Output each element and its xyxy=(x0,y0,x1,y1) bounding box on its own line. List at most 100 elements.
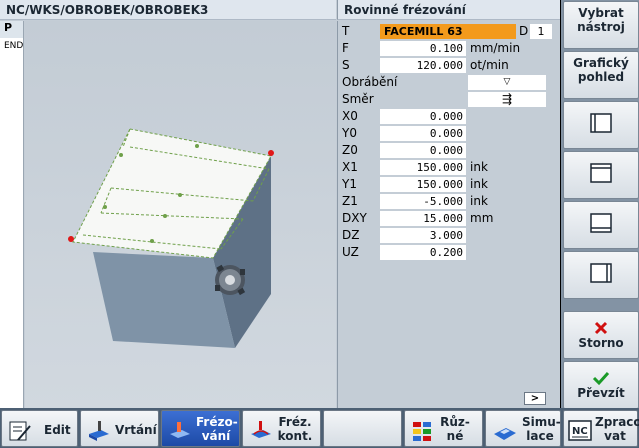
accept-button[interactable]: Převzít xyxy=(563,361,639,409)
graphic-view xyxy=(25,21,336,408)
close-icon xyxy=(594,321,608,335)
dz-field[interactable]: 3.000 xyxy=(380,228,466,243)
edit-button[interactable]: Edit xyxy=(1,410,78,447)
param-row-uz: UZ 0.200 xyxy=(338,244,561,261)
empty-softkey[interactable] xyxy=(323,410,402,447)
program-block-p[interactable]: P xyxy=(0,21,23,38)
view-top-button[interactable] xyxy=(563,151,639,199)
contour-milling-button[interactable]: Fréz. kont. xyxy=(242,410,321,447)
param-label-uz: UZ xyxy=(342,245,359,259)
milling-label: Frézo-vání xyxy=(196,415,238,443)
machining-select[interactable]: ▽ xyxy=(468,75,546,90)
tool-field[interactable]: FACEMILL 63 xyxy=(380,24,516,39)
view-left-icon xyxy=(590,113,612,133)
view-bottom-button[interactable] xyxy=(563,201,639,249)
view-left-button[interactable] xyxy=(563,101,639,149)
x1-field[interactable]: 150.000 xyxy=(380,160,466,175)
misc-icon xyxy=(413,422,431,441)
process-label: Zpraco vat xyxy=(595,415,639,443)
select-tool-label: Vybrat nástroj xyxy=(577,6,625,34)
param-label-machining: Obrábění xyxy=(342,75,398,89)
scroll-right-button[interactable]: > xyxy=(524,392,546,405)
graphic-view-button[interactable]: Grafický pohled xyxy=(563,51,639,99)
param-label-f: F xyxy=(342,41,349,55)
vertical-softkey-bar: Vybrat nástroj Grafický pohled Storno Př… xyxy=(561,0,639,409)
drilling-icon xyxy=(89,421,109,441)
parameter-panel: T FACEMILL 63 D 1 F 0.100 mm/min S 120.0… xyxy=(337,21,560,390)
horizontal-softkey-bar: Edit Vrtání Frézo-vání Fréz. kont. Růz-n xyxy=(0,408,639,448)
view-top-icon xyxy=(590,163,612,183)
accept-label: Převzít xyxy=(577,386,625,400)
drilling-label: Vrtání xyxy=(115,423,157,437)
y0-field[interactable]: 0.000 xyxy=(380,126,466,141)
param-label-d: D xyxy=(519,24,529,38)
contour-milling-label: Fréz. kont. xyxy=(277,415,313,443)
cancel-label: Storno xyxy=(578,336,624,350)
param-row-z1: Z1 -5.000 ink xyxy=(338,193,561,210)
y1-unit[interactable]: ink xyxy=(470,177,488,191)
program-path: NC/WKS/OBROBEK/OBROBEK3 xyxy=(6,3,209,17)
param-label-dz: DZ xyxy=(342,228,360,242)
main-area: NC/WKS/OBROBEK/OBROBEK3 Rovinné frézován… xyxy=(0,0,560,408)
z0-field[interactable]: 0.000 xyxy=(380,143,466,158)
edit-icon xyxy=(9,421,31,441)
edit-label: Edit xyxy=(44,423,71,437)
nc-process-icon: NC xyxy=(568,420,592,441)
simulation-label: Simu-lace xyxy=(522,415,561,443)
view-right-button[interactable] xyxy=(563,251,639,299)
graphic-view-label: Grafický pohled xyxy=(573,56,629,84)
program-block-end[interactable]: END xyxy=(0,38,23,55)
workpiece-3d-view xyxy=(68,128,274,348)
checkmark-icon xyxy=(592,371,610,386)
misc-label: Růz-né xyxy=(440,415,470,443)
spindle-speed-field[interactable]: 120.000 xyxy=(380,58,466,73)
facemill-tool-icon xyxy=(215,264,246,296)
simulation-button[interactable]: Simu-lace xyxy=(485,410,561,447)
dxy-field[interactable]: 15.000 xyxy=(380,211,466,226)
param-row-dxy: DXY 15.000 mm xyxy=(338,210,561,227)
feed-field[interactable]: 0.100 xyxy=(380,41,466,56)
param-label-z0: Z0 xyxy=(342,143,358,157)
dialog-title-bar: Rovinné frézování xyxy=(337,0,560,20)
param-row-direction: Směr ⇶ xyxy=(338,91,561,108)
y1-field[interactable]: 150.000 xyxy=(380,177,466,192)
dxy-unit[interactable]: mm xyxy=(470,211,493,225)
select-tool-button[interactable]: Vybrat nástroj xyxy=(563,1,639,49)
feed-unit[interactable]: mm/min xyxy=(470,41,520,55)
param-row-z0: Z0 0.000 xyxy=(338,142,561,159)
param-label-t: T xyxy=(342,24,350,38)
program-column: P END xyxy=(0,21,24,408)
param-label-x1: X1 xyxy=(342,160,358,174)
uz-field[interactable]: 0.200 xyxy=(380,245,466,260)
z1-field[interactable]: -5.000 xyxy=(380,194,466,209)
param-label-dxy: DXY xyxy=(342,211,367,225)
milling-button[interactable]: Frézo-vání xyxy=(161,410,240,447)
drilling-button[interactable]: Vrtání xyxy=(80,410,159,447)
view-bottom-icon xyxy=(590,213,612,233)
process-button[interactable]: NC Zpraco vat xyxy=(563,410,639,447)
param-label-direction: Směr xyxy=(342,92,374,106)
param-label-s: S xyxy=(342,58,350,72)
x0-field[interactable]: 0.000 xyxy=(380,109,466,124)
param-row-dz: DZ 3.000 xyxy=(338,227,561,244)
milling-icon xyxy=(170,422,190,438)
param-label-x0: X0 xyxy=(342,109,358,123)
param-label-z1: Z1 xyxy=(342,194,358,208)
scroll-strip: > xyxy=(337,390,560,408)
param-row-f: F 0.100 mm/min xyxy=(338,40,561,57)
direction-select[interactable]: ⇶ xyxy=(468,92,546,107)
svg-text:NC: NC xyxy=(572,426,588,437)
param-label-y1: Y1 xyxy=(342,177,357,191)
cancel-button[interactable]: Storno xyxy=(563,311,639,359)
contour-milling-icon xyxy=(251,421,271,438)
z1-unit[interactable]: ink xyxy=(470,194,488,208)
param-row-x1: X1 150.000 ink xyxy=(338,159,561,176)
cutting-edge-field[interactable]: 1 xyxy=(530,24,552,39)
spindle-speed-unit[interactable]: ot/min xyxy=(470,58,509,72)
misc-button[interactable]: Růz-né xyxy=(404,410,483,447)
simulation-icon xyxy=(494,428,516,440)
param-row-t: T FACEMILL 63 D 1 xyxy=(338,23,561,40)
workpiece-front-face xyxy=(93,252,235,348)
x1-unit[interactable]: ink xyxy=(470,160,488,174)
param-row-s: S 120.000 ot/min xyxy=(338,57,561,74)
